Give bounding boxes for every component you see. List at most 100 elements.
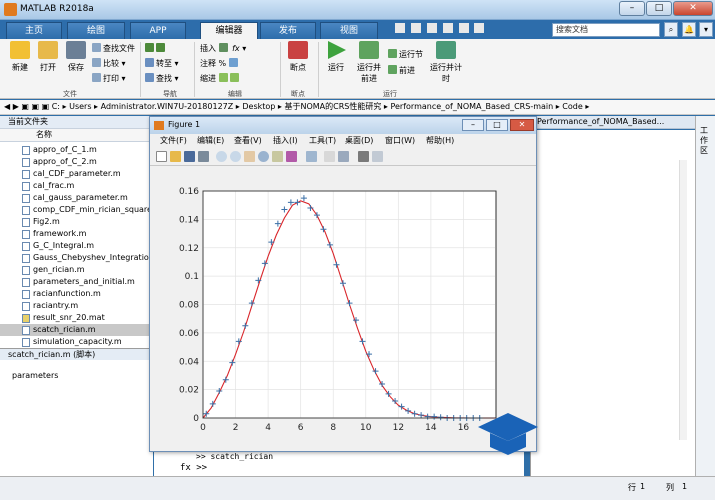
menu-file[interactable]: 文件(F) xyxy=(160,134,187,148)
file-item[interactable]: raciantry.m xyxy=(0,300,153,312)
menu-insert[interactable]: 插入(I) xyxy=(273,134,298,148)
file-item[interactable]: cal_frac.m xyxy=(0,180,153,192)
find-button[interactable]: 查找 ▾ xyxy=(145,73,179,85)
data-cursor-icon[interactable] xyxy=(272,151,283,162)
hide-plot-tools-icon[interactable] xyxy=(358,151,369,162)
menu-edit[interactable]: 编辑(E) xyxy=(197,134,224,148)
run-time-button[interactable]: 运行并计时 xyxy=(430,41,462,84)
zoom-in-icon[interactable] xyxy=(216,151,227,162)
close-button[interactable]: ✕ xyxy=(673,1,713,16)
path-segment[interactable]: Performance_of_NOMA_Based_CRS-main xyxy=(390,102,553,111)
paste-quick-icon[interactable] xyxy=(442,23,453,33)
file-item[interactable]: appro_of_C_1.m xyxy=(0,144,153,156)
path-segment[interactable]: Administrator.WIN7U-20180127Z xyxy=(101,102,234,111)
x-tick-label: 8 xyxy=(330,423,336,433)
cut-quick-icon[interactable] xyxy=(410,23,421,33)
breakpoints-button[interactable]: 断点 xyxy=(284,41,312,73)
show-plot-tools-icon[interactable] xyxy=(372,151,383,162)
colorbar-icon[interactable] xyxy=(324,151,335,162)
file-item[interactable]: appro_of_C_2.m xyxy=(0,156,153,168)
pan-icon[interactable] xyxy=(244,151,255,162)
path-segment[interactable]: Desktop xyxy=(242,102,275,111)
path-segment[interactable]: Code xyxy=(562,102,582,111)
tab-publish[interactable]: 发布 xyxy=(260,22,316,39)
address-bar[interactable]: ◀ ▶ ▣ ▣ ▣ C: ▸ Users ▸ Administrator.WIN… xyxy=(0,100,715,115)
legend-icon[interactable] xyxy=(338,151,349,162)
open-button[interactable]: 打开 xyxy=(36,41,60,73)
file-item[interactable]: cal_CDF_parameter.m xyxy=(0,168,153,180)
file-item[interactable]: comp_CDF_min_rician_square xyxy=(0,204,153,216)
menu-window[interactable]: 窗口(W) xyxy=(385,134,415,148)
comment-button[interactable]: 注释 % xyxy=(200,58,240,70)
save-quick-icon[interactable] xyxy=(395,23,405,33)
brush-icon[interactable] xyxy=(286,151,297,162)
file-name: gen_rician.m xyxy=(33,265,85,274)
editor-tab[interactable]: Performance_of_NOMA_Based... xyxy=(537,116,695,129)
save-figure-icon[interactable] xyxy=(184,151,195,162)
search-icon[interactable]: ⌕ xyxy=(664,22,678,37)
redo-quick-icon[interactable] xyxy=(474,23,485,33)
figure-maximize-button[interactable]: □ xyxy=(486,119,508,131)
figure-window[interactable]: Figure 1 – □ ✕ 文件(F) 编辑(E) 查看(V) 插入(I) 工… xyxy=(149,116,537,452)
file-item[interactable]: G_C_Integral.m xyxy=(0,240,153,252)
tab-home[interactable]: 主页 xyxy=(6,22,62,39)
indent-button[interactable]: 缩进 xyxy=(200,73,241,85)
save-button[interactable]: 保存 xyxy=(64,41,88,73)
open-figure-icon[interactable] xyxy=(170,151,181,162)
print-figure-icon[interactable] xyxy=(198,151,209,162)
menu-tools[interactable]: 工具(T) xyxy=(309,134,336,148)
file-item[interactable]: racianfunction.m xyxy=(0,288,153,300)
file-item-selected[interactable]: scatch_rician.m xyxy=(0,324,153,336)
tab-plots[interactable]: 绘图 xyxy=(67,22,125,39)
insert-button[interactable]: 插入 fx ▾ xyxy=(200,43,246,55)
undo-quick-icon[interactable] xyxy=(458,23,469,33)
advance-button[interactable]: 前进 xyxy=(388,65,415,77)
tab-editor[interactable]: 编辑器 xyxy=(200,22,258,39)
run-section-button[interactable]: 运行节 xyxy=(388,49,423,61)
file-item[interactable]: gen_rician.m xyxy=(0,264,153,276)
file-item[interactable]: simulation_capacity.m xyxy=(0,336,153,348)
file-item[interactable]: result_snr_20.mat xyxy=(0,312,153,324)
link-plot-icon[interactable] xyxy=(306,151,317,162)
search-input[interactable]: 搜索文档 xyxy=(552,23,660,37)
print-button[interactable]: 打印 ▾ xyxy=(92,73,126,85)
file-name: framework.m xyxy=(33,229,87,238)
y-tick-label: 0.06 xyxy=(179,329,199,339)
command-prompt[interactable]: fx >> xyxy=(180,463,207,473)
back-forward-buttons[interactable] xyxy=(145,43,167,55)
path-segment[interactable]: Users xyxy=(69,102,91,111)
menu-desktop[interactable]: 桌面(D) xyxy=(345,134,373,148)
menu-view[interactable]: 查看(V) xyxy=(234,134,262,148)
compare-button[interactable]: 比较 ▾ xyxy=(92,58,126,70)
column-header-name[interactable]: 名称 xyxy=(0,129,153,142)
file-item[interactable]: Fig2.m xyxy=(0,216,153,228)
figure-minimize-button[interactable]: – xyxy=(462,119,484,131)
tab-view[interactable]: 视图 xyxy=(320,22,378,39)
expand-icon[interactable]: ▾ xyxy=(699,22,713,37)
new-button[interactable]: 新建 xyxy=(8,41,32,73)
tab-apps[interactable]: APP xyxy=(130,22,186,39)
figure-close-button[interactable]: ✕ xyxy=(510,119,534,131)
notification-icon[interactable]: 🔔 xyxy=(682,22,696,37)
maximize-button[interactable]: □ xyxy=(646,1,672,16)
run-button[interactable]: 运行 xyxy=(322,41,350,73)
menu-help[interactable]: 帮助(H) xyxy=(426,134,454,148)
file-item[interactable]: cal_gauss_parameter.m xyxy=(0,192,153,204)
copy-quick-icon[interactable] xyxy=(426,23,437,33)
folder-up-icon[interactable]: ▣ ▣ ▣ xyxy=(21,102,51,111)
run-advance-button[interactable]: 运行并前进 xyxy=(354,41,384,84)
zoom-out-icon[interactable] xyxy=(230,151,241,162)
goto-button[interactable]: 转至 ▾ xyxy=(145,58,179,70)
find-files-button[interactable]: 查找文件 xyxy=(92,43,135,55)
path-segment[interactable]: C: xyxy=(52,102,60,111)
file-item[interactable]: framework.m xyxy=(0,228,153,240)
scrollbar[interactable] xyxy=(679,160,687,440)
file-item[interactable]: Gauss_Chebyshev_Integration xyxy=(0,252,154,264)
path-segment[interactable]: 基于NOMA的CRS性能研究 xyxy=(284,102,381,111)
insert-label: 插入 xyxy=(200,44,216,53)
file-item[interactable]: parameters_and_initial.m xyxy=(0,276,153,288)
minimize-button[interactable]: – xyxy=(619,1,645,16)
rotate-icon[interactable] xyxy=(258,151,269,162)
nav-arrows-icon[interactable]: ◀ ▶ xyxy=(4,102,21,111)
new-figure-icon[interactable] xyxy=(156,151,167,162)
